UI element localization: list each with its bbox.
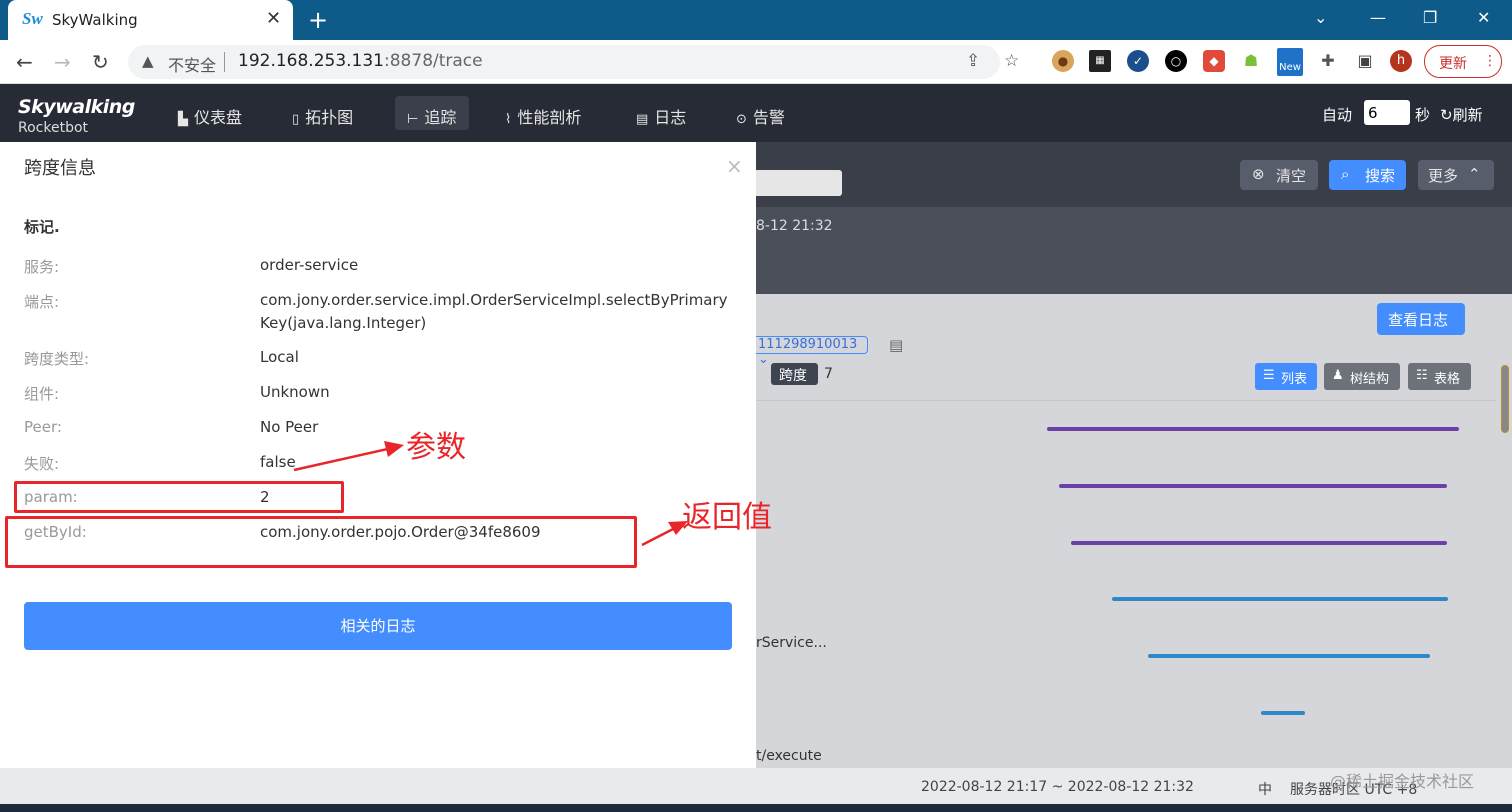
param-arrow-line (293, 446, 393, 472)
param-annotation-label: 参数 (406, 430, 466, 465)
return-arrow-line (641, 526, 676, 547)
annotation-arrows (293, 441, 688, 547)
return-annotation-label: 返回值 (682, 500, 772, 535)
param-arrowhead (384, 441, 404, 457)
